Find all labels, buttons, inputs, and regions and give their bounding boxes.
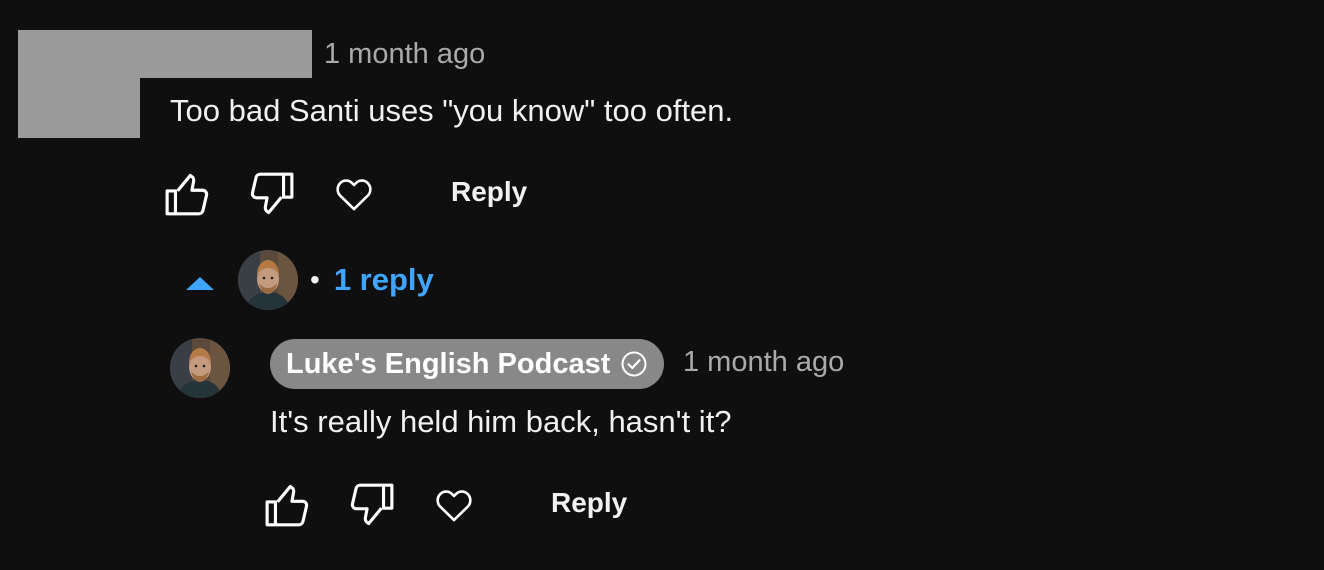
replies-bullet: •	[310, 264, 320, 295]
thumbs-up-icon	[265, 484, 309, 527]
reply-author-avatar[interactable]	[170, 338, 230, 398]
thumbs-down-icon	[250, 172, 294, 215]
verified-check-icon	[621, 351, 647, 377]
like-button[interactable]	[163, 168, 215, 220]
reply-text: It's really held him back, hasn't it?	[270, 404, 732, 439]
reply-author-name: Luke's English Podcast	[286, 347, 611, 380]
reply-author-avatar-small	[238, 250, 298, 310]
dislike-button[interactable]	[244, 168, 296, 220]
thumbs-up-icon	[165, 173, 209, 216]
heart-icon	[336, 179, 372, 211]
reply-like-button[interactable]	[263, 479, 315, 531]
reply-heart-button[interactable]	[428, 479, 480, 531]
redacted-avatar	[18, 30, 140, 138]
reply-button[interactable]: Reply	[451, 176, 527, 208]
reply-timestamp[interactable]: 1 month ago	[683, 346, 844, 379]
comment-text: Too bad Santi uses "you know" too often.	[170, 93, 734, 128]
comment-timestamp[interactable]: 1 month ago	[324, 38, 485, 71]
reply-reply-button[interactable]: Reply	[551, 487, 627, 519]
replies-toggle[interactable]: • 1 reply	[184, 248, 434, 312]
heart-icon	[436, 490, 472, 522]
heart-button[interactable]	[328, 168, 380, 220]
caret-up-icon	[186, 277, 214, 290]
reply-author-chip[interactable]: Luke's English Podcast	[270, 339, 665, 389]
thumbs-down-icon	[350, 483, 394, 526]
replies-count-label[interactable]: 1 reply	[334, 262, 434, 298]
reply-dislike-button[interactable]	[344, 479, 396, 531]
